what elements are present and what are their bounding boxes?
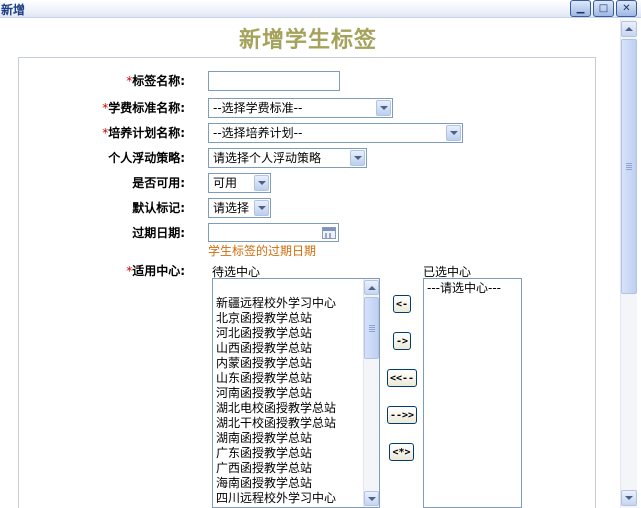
scroll-down-icon[interactable] bbox=[364, 491, 379, 506]
scroll-up-icon[interactable] bbox=[364, 280, 379, 295]
scroll-thumb[interactable] bbox=[621, 39, 637, 294]
move-all-left-button[interactable]: <<-- bbox=[387, 369, 417, 387]
list-item[interactable]: 河南函授教学总站 bbox=[216, 386, 336, 401]
centers-label: *适用中心: bbox=[0, 262, 185, 279]
fee-standard-label-text: 学费标准名称: bbox=[108, 101, 185, 115]
enabled-value: 可用 bbox=[213, 176, 238, 190]
list-item[interactable]: 内蒙函授教学总站 bbox=[216, 356, 336, 371]
list-item[interactable]: 四川远程校外学习中心 bbox=[216, 491, 336, 506]
window-title: 新增 bbox=[1, 3, 26, 17]
list-item[interactable]: 海南函授教学总站 bbox=[216, 476, 336, 491]
available-list-scrollbar[interactable] bbox=[363, 279, 379, 507]
available-centers-items: 新疆远程校外学习中心 北京函授教学总站 河北函授教学总站 山西函授教学总站 内蒙… bbox=[216, 296, 336, 506]
list-item[interactable]: 河北函授教学总站 bbox=[216, 326, 336, 341]
special-move-button[interactable]: <*> bbox=[389, 443, 414, 461]
centers-label-text: 适用中心: bbox=[132, 264, 185, 278]
chevron-down-icon[interactable] bbox=[254, 175, 269, 191]
list-item[interactable]: ---请选中心--- bbox=[427, 281, 501, 296]
scroll-thumb[interactable] bbox=[364, 297, 379, 359]
tag-name-input[interactable] bbox=[208, 71, 340, 91]
enabled-label: 是否可用: bbox=[132, 176, 185, 190]
float-policy-label: 个人浮动策略: bbox=[108, 151, 185, 165]
move-right-button[interactable]: -> bbox=[393, 332, 411, 350]
expire-date-hint: 学生标签的过期日期 bbox=[208, 244, 317, 258]
chevron-down-icon[interactable] bbox=[446, 125, 461, 141]
training-plan-value: --选择培养计划-- bbox=[213, 126, 303, 140]
chevron-down-icon[interactable] bbox=[376, 100, 391, 116]
list-item[interactable]: 北京函授教学总站 bbox=[216, 311, 336, 326]
scroll-down-icon[interactable] bbox=[621, 490, 637, 506]
tag-name-label: *标签名称: bbox=[0, 72, 185, 89]
dialog-content: 新增学生标签 *标签名称: *学费标准名称: --选择学费标准-- *培养计划名… bbox=[0, 19, 620, 508]
page-scrollbar[interactable] bbox=[620, 19, 637, 508]
window-title-bar[interactable]: 新增 ▁ □ ✕ bbox=[0, 0, 641, 18]
list-item[interactable]: 湖北电校函授教学总站 bbox=[216, 401, 336, 416]
scroll-up-icon[interactable] bbox=[621, 21, 637, 37]
chevron-down-icon[interactable] bbox=[254, 200, 269, 216]
available-centers-list[interactable]: 新疆远程校外学习中心 北京函授教学总站 河北函授教学总站 山西函授教学总站 内蒙… bbox=[212, 278, 380, 508]
move-all-right-button[interactable]: -->> bbox=[387, 406, 417, 424]
training-plan-select[interactable]: --选择培养计划-- bbox=[208, 123, 463, 143]
training-plan-label: *培养计划名称: bbox=[0, 124, 185, 141]
enabled-select[interactable]: 可用 bbox=[208, 173, 271, 193]
list-item[interactable]: 湖南函授教学总站 bbox=[216, 431, 336, 446]
list-item[interactable]: 广西函授教学总站 bbox=[216, 461, 336, 476]
expire-date-input[interactable] bbox=[208, 223, 339, 242]
fee-standard-select[interactable]: --选择学费标准-- bbox=[208, 98, 393, 118]
move-left-button[interactable]: <- bbox=[393, 295, 411, 313]
chevron-down-icon[interactable] bbox=[350, 150, 365, 166]
float-policy-value: 请选择个人浮动策略 bbox=[213, 151, 322, 165]
float-policy-select[interactable]: 请选择个人浮动策略 bbox=[208, 148, 367, 168]
default-mark-select[interactable]: 请选择 bbox=[208, 198, 271, 218]
page-title: 新增学生标签 bbox=[238, 27, 377, 53]
minimize-button[interactable]: ▁ bbox=[570, 0, 591, 17]
calendar-icon[interactable] bbox=[322, 227, 336, 239]
close-button[interactable]: ✕ bbox=[616, 0, 637, 17]
list-item[interactable]: 湖北干校函授教学总站 bbox=[216, 416, 336, 431]
list-item[interactable]: 山东函授教学总站 bbox=[216, 371, 336, 386]
list-item[interactable]: 山西函授教学总站 bbox=[216, 341, 336, 356]
expire-date-label: 过期日期: bbox=[132, 226, 185, 240]
list-item[interactable]: 广东函授教学总站 bbox=[216, 446, 336, 461]
list-item[interactable]: 新疆远程校外学习中心 bbox=[216, 296, 336, 311]
window-controls: ▁ □ ✕ bbox=[570, 0, 637, 17]
fee-standard-value: --选择学费标准-- bbox=[213, 101, 303, 115]
selected-centers-list[interactable]: ---请选中心--- bbox=[423, 278, 522, 508]
fee-standard-label: *学费标准名称: bbox=[0, 99, 185, 116]
tag-name-label-text: 标签名称: bbox=[132, 74, 185, 88]
training-plan-label-text: 培养计划名称: bbox=[108, 126, 185, 140]
maximize-button[interactable]: □ bbox=[593, 0, 614, 17]
default-mark-value: 请选择 bbox=[213, 201, 250, 215]
default-mark-label: 默认标记: bbox=[132, 201, 185, 215]
selected-centers-items: ---请选中心--- bbox=[427, 281, 501, 296]
